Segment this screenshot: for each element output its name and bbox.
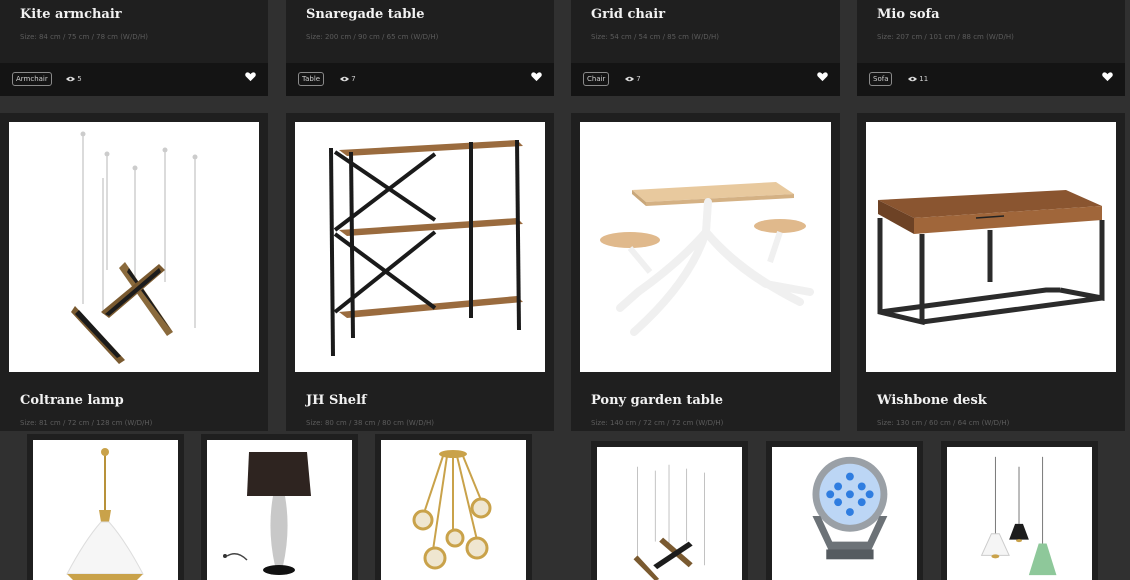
card-title[interactable]: Wishbone desk xyxy=(877,393,987,408)
eye-icon xyxy=(908,76,917,82)
product-image[interactable] xyxy=(947,447,1092,580)
view-count: 5 xyxy=(66,75,82,83)
card-footer: Chair 7 xyxy=(571,63,840,96)
desk-illustration xyxy=(877,190,1105,326)
spotlight-illustration xyxy=(812,456,888,560)
card-footer: Armchair 5 xyxy=(0,63,268,96)
heart-icon[interactable] xyxy=(245,71,256,82)
brass-chandelier-illustration xyxy=(412,450,492,570)
product-card-snaregade-table[interactable]: Snaregade table Size: 200 cm / 90 cm / 6… xyxy=(286,0,554,96)
view-count: 11 xyxy=(908,75,928,83)
product-image[interactable] xyxy=(580,122,831,372)
product-thumb-coltrane-mini[interactable] xyxy=(591,441,748,580)
card-title[interactable]: Kite armchair xyxy=(20,7,122,22)
view-count-value: 5 xyxy=(77,75,82,83)
product-card-kite-armchair[interactable]: Kite armchair Size: 84 cm / 75 cm / 78 c… xyxy=(0,0,268,96)
shelf-illustration xyxy=(329,139,523,357)
pendant-lamp-illustration xyxy=(71,131,198,364)
view-count-value: 7 xyxy=(636,75,641,83)
product-card-pony-garden-table[interactable]: Pony garden table Size: 140 cm / 72 cm /… xyxy=(571,113,840,431)
category-tag[interactable]: Armchair xyxy=(12,72,52,86)
card-size: Size: 84 cm / 75 cm / 78 cm (W/D/H) xyxy=(20,33,148,41)
heart-icon[interactable] xyxy=(817,71,828,82)
card-title[interactable]: Coltrane lamp xyxy=(20,393,124,408)
view-count-value: 11 xyxy=(919,75,929,83)
product-image[interactable] xyxy=(33,440,178,580)
eye-icon xyxy=(66,76,75,82)
view-count-value: 7 xyxy=(351,75,356,83)
card-title[interactable]: JH Shelf xyxy=(306,393,367,408)
product-card-jh-shelf[interactable]: JH Shelf Size: 80 cm / 38 cm / 80 cm (W/… xyxy=(286,113,554,431)
product-thumb-spotlight[interactable] xyxy=(766,441,923,580)
card-size: Size: 140 cm / 72 cm / 72 cm (W/D/H) xyxy=(591,419,724,427)
category-tag[interactable]: Chair xyxy=(583,72,610,86)
card-footer: Sofa 11 xyxy=(857,63,1125,96)
product-image[interactable] xyxy=(866,122,1116,372)
card-size: Size: 80 cm / 38 cm / 80 cm (W/D/H) xyxy=(306,419,434,427)
product-image[interactable] xyxy=(772,447,917,580)
view-count: 7 xyxy=(625,75,641,83)
category-tag[interactable]: Sofa xyxy=(869,72,893,86)
product-thumb-brass-chandelier[interactable] xyxy=(375,434,532,580)
pendant-lamp-illustration xyxy=(633,464,705,580)
card-title[interactable]: Grid chair xyxy=(591,7,665,22)
product-image[interactable] xyxy=(207,440,352,580)
card-title[interactable]: Pony garden table xyxy=(591,393,723,408)
card-size: Size: 81 cm / 72 cm / 128 cm (W/D/H) xyxy=(20,419,153,427)
eye-icon xyxy=(625,76,634,82)
product-image[interactable] xyxy=(9,122,259,372)
card-size: Size: 130 cm / 60 cm / 64 cm (W/D/H) xyxy=(877,419,1010,427)
view-count: 7 xyxy=(340,75,356,83)
product-image[interactable] xyxy=(381,440,526,580)
card-footer: Table 7 xyxy=(286,63,554,96)
product-card-grid-chair[interactable]: Grid chair Size: 54 cm / 54 cm / 85 cm (… xyxy=(571,0,840,96)
product-thumb-pendant-trio[interactable] xyxy=(941,441,1098,580)
pendant-trio-illustration xyxy=(980,456,1057,576)
card-size: Size: 207 cm / 101 cm / 88 cm (W/D/H) xyxy=(877,33,1014,41)
heart-icon[interactable] xyxy=(1102,71,1113,82)
table-lamp-illustration xyxy=(223,452,311,575)
product-image[interactable] xyxy=(597,447,742,580)
product-image[interactable] xyxy=(295,122,545,372)
product-card-wishbone-desk[interactable]: Wishbone desk Size: 130 cm / 60 cm / 64 … xyxy=(857,113,1125,431)
category-tag[interactable]: Table xyxy=(298,72,325,86)
garden-table-illustration xyxy=(600,182,814,336)
product-card-coltrane-lamp[interactable]: Coltrane lamp Size: 81 cm / 72 cm / 128 … xyxy=(0,113,268,431)
card-title[interactable]: Mio sofa xyxy=(877,7,940,22)
pendant-white-illustration xyxy=(66,448,144,580)
product-thumb-table-lamp[interactable] xyxy=(201,434,358,580)
card-size: Size: 200 cm / 90 cm / 65 cm (W/D/H) xyxy=(306,33,439,41)
card-title[interactable]: Snaregade table xyxy=(306,7,425,22)
heart-icon[interactable] xyxy=(531,71,542,82)
product-thumb-pendant-white[interactable] xyxy=(27,434,184,580)
card-size: Size: 54 cm / 54 cm / 85 cm (W/D/H) xyxy=(591,33,719,41)
eye-icon xyxy=(340,76,349,82)
product-card-mio-sofa[interactable]: Mio sofa Size: 207 cm / 101 cm / 88 cm (… xyxy=(857,0,1125,96)
